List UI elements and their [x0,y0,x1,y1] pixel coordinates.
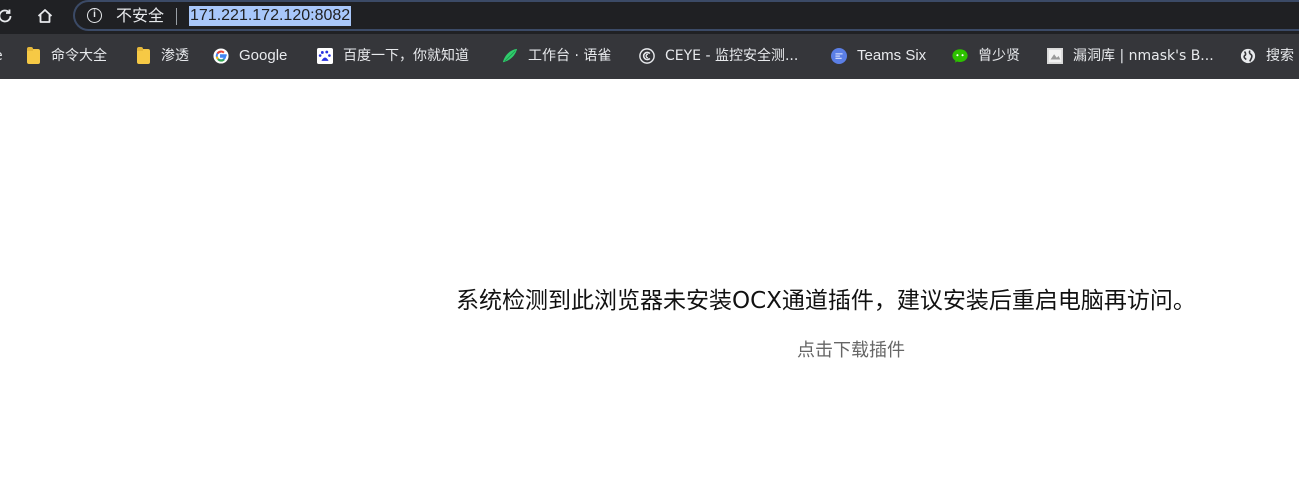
bookmark-label: CEYE - 监控安全测... [665,48,799,64]
bookmark-label: 命令大全 [51,48,107,64]
bookmark-teams-six[interactable]: Teams Six [831,45,926,67]
folder-icon [25,46,41,64]
bookmark-baidu[interactable]: 百度一下，你就知道 [317,45,469,67]
wechat-icon [952,48,968,64]
bookmark-label: Google [239,47,288,64]
info-icon[interactable]: i [87,8,102,23]
reload-icon[interactable] [0,5,16,27]
page-thumbnail-icon [1047,48,1063,64]
bookmark-ceye[interactable]: CEYE - 监控安全测... [639,45,798,67]
bookmark-overflow-edge[interactable]: e [0,45,4,67]
address-separator [176,8,177,25]
browser-toolbar: i 不安全 171.221.172.120:8082 [0,0,1299,34]
baidu-icon [317,48,333,64]
bookmark-label: 搜索 [1266,48,1294,64]
yuque-icon [502,48,518,64]
folder-icon [135,46,151,64]
bookmark-label: 漏洞库 | nmask's B... [1073,48,1214,64]
bookmark-label: Teams Six [857,47,927,64]
bookmark-label: 渗透 [161,48,189,64]
google-icon [213,48,229,64]
bookmark-search[interactable]: 搜索 [1240,45,1294,67]
bookmark-yuque[interactable]: 工作台 · 语雀 [502,45,611,67]
ceye-icon [639,48,655,64]
bookmark-vuln-library[interactable]: 漏洞库 | nmask's B... [1047,45,1214,67]
bookmark-label: 百度一下，你就知道 [343,48,469,64]
address-bar[interactable]: i 不安全 171.221.172.120:8082 [73,0,1299,31]
download-plugin-link[interactable]: 点击下载插件 [797,339,905,363]
bookmark-pentest[interactable]: 渗透 [135,45,189,67]
home-icon[interactable] [34,5,56,27]
globe-icon [1240,48,1256,64]
ocx-plugin-warning-message: 系统检测到此浏览器未安装OCX通道插件，建议安装后重启电脑再访问。 [456,288,1196,314]
bookmark-label: 工作台 · 语雀 [528,48,612,64]
bookmark-wechat[interactable]: 曾少贤 [952,45,1020,67]
security-status-label[interactable]: 不安全 [116,6,164,26]
bookmark-command-list[interactable]: 命令大全 [25,45,107,67]
bookmark-label: 曾少贤 [978,48,1020,64]
bookmark-google[interactable]: Google [213,45,287,67]
bookmarks-bar: e 命令大全 渗透 Google [0,34,1299,79]
teams-six-icon [831,48,847,64]
url-text[interactable]: 171.221.172.120:8082 [189,6,352,26]
